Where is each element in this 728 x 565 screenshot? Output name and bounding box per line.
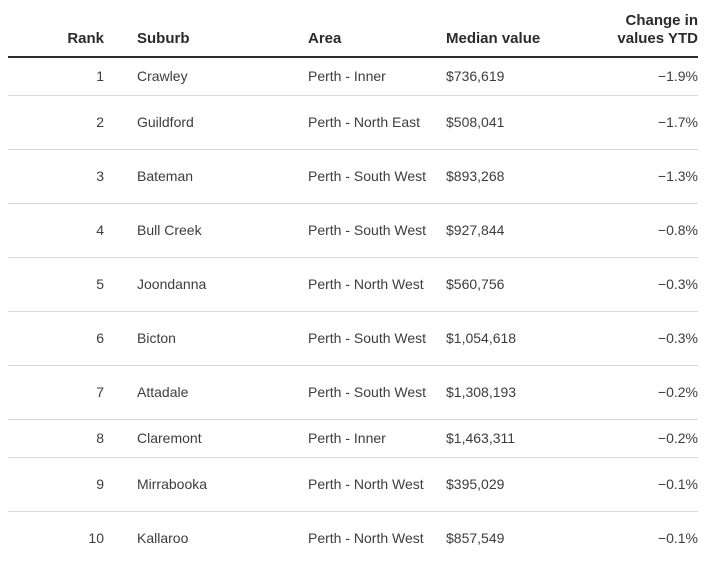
cell-change-ytd: −1.3% <box>566 149 698 204</box>
cell-spacer <box>104 95 137 150</box>
cell-median-value: $508,041 <box>446 95 566 150</box>
cell-spacer <box>104 365 137 420</box>
cell-area: Perth - Inner <box>308 419 446 458</box>
table-header: Rank Suburb Area Median value Change in v… <box>8 0 698 58</box>
table-row: 9 Mirrabooka Perth - North West $395,029 −0.… <box>8 457 698 512</box>
table-row: 5 Joondanna Perth - North West $560,756 −0.3… <box>8 257 698 312</box>
cell-suburb: Crawley <box>137 57 308 96</box>
header-median-value: Median value <box>446 0 566 58</box>
header-spacer <box>104 0 137 58</box>
table-row: 7 Attadale Perth - South West $1,308,193 −0.… <box>8 365 698 420</box>
table-row: 4 Bull Creek Perth - South West $927,844 −0.… <box>8 203 698 258</box>
cell-suburb: Attadale <box>137 365 308 420</box>
cell-change-ytd: −0.3% <box>566 311 698 366</box>
cell-suburb: Mirrabooka <box>137 457 308 512</box>
header-change-line2: values YTD <box>617 30 698 47</box>
cell-area: Perth - North West <box>308 257 446 312</box>
suburb-value-table: Rank Suburb Area Median value Change in v… <box>8 0 698 565</box>
cell-rank: 6 <box>8 311 104 366</box>
cell-area: Perth - South West <box>308 365 446 420</box>
cell-area: Perth - North West <box>308 457 446 512</box>
cell-area: Perth - South West <box>308 311 446 366</box>
cell-area: Perth - North East <box>308 95 446 150</box>
cell-suburb: Guildford <box>137 95 308 150</box>
cell-rank: 10 <box>88 529 104 546</box>
cell-median-value: $1,463,311 <box>446 419 566 458</box>
cell-change-ytd: −1.9% <box>566 57 698 96</box>
cell-median-value: $1,308,193 <box>446 365 566 420</box>
header-change-ytd: Change in values YTD <box>566 0 698 58</box>
cell-rank: 8 <box>8 419 104 458</box>
cell-median-value: $736,619 <box>446 57 566 96</box>
cell-change-ytd: −0.1% <box>566 457 698 512</box>
cell-suburb: Kallaroo <box>137 529 189 546</box>
cell-median-value: $560,756 <box>446 257 566 312</box>
cell-median-value: $1,054,618 <box>446 311 566 366</box>
cell-suburb: Claremont <box>137 419 308 458</box>
cell-rank: 3 <box>8 149 104 204</box>
cell-spacer <box>104 511 137 565</box>
cell-spacer <box>104 311 137 366</box>
cell-change-ytd: −1.7% <box>566 95 698 150</box>
cell-median-value: $395,029 <box>446 457 566 512</box>
table-row: 1 Crawley Perth - Inner $736,619 −1.9% <box>8 57 698 96</box>
suburb-value-table-container: Rank Suburb Area Median value Change in v… <box>8 0 698 565</box>
cell-rank: 2 <box>8 95 104 150</box>
cell-change-ytd: −0.2% <box>566 419 698 458</box>
table-row: 10 Kallaroo Perth - North West $857,549 −0.1… <box>8 511 698 565</box>
cell-spacer <box>104 57 137 96</box>
cell-suburb: Bull Creek <box>137 203 308 258</box>
cell-suburb: Bateman <box>137 149 308 204</box>
cell-suburb: Joondanna <box>137 257 308 312</box>
table-body: 1 Crawley Perth - Inner $736,619 −1.9% 2 Guild… <box>8 57 698 565</box>
cell-rank: 9 <box>8 457 104 512</box>
cell-area: Perth - Inner <box>308 57 446 96</box>
header-rank: Rank <box>8 0 104 58</box>
header-area: Area <box>308 0 446 58</box>
cell-change-ytd: −0.3% <box>566 257 698 312</box>
cell-rank: 5 <box>8 257 104 312</box>
cell-area: Perth - South West <box>308 203 446 258</box>
header-change-line1: Change in <box>625 12 698 29</box>
cell-change-ytd: −0.8% <box>566 203 698 258</box>
cell-area: Perth - North West <box>308 529 424 546</box>
cell-spacer <box>104 149 137 204</box>
table-row: 8 Claremont Perth - Inner $1,463,311 −0.2% <box>8 419 698 458</box>
cell-spacer <box>104 203 137 258</box>
cell-suburb: Bicton <box>137 311 308 366</box>
table-row: 2 Guildford Perth - North East $508,041 −1.7… <box>8 95 698 150</box>
cell-median-value: $927,844 <box>446 203 566 258</box>
cell-change-ytd: −0.1% <box>657 529 698 546</box>
header-row: Rank Suburb Area Median value Change in v… <box>8 0 698 58</box>
cell-spacer <box>104 257 137 312</box>
cell-rank: 1 <box>8 57 104 96</box>
table-row: 3 Bateman Perth - South West $893,268 −1.3% <box>8 149 698 204</box>
cell-spacer <box>104 419 137 458</box>
cell-rank: 4 <box>8 203 104 258</box>
table-row: 6 Bicton Perth - South West $1,054,618 −0.3% <box>8 311 698 366</box>
cell-median-value: $857,549 <box>446 529 505 546</box>
cell-area: Perth - South West <box>308 149 446 204</box>
cell-rank: 7 <box>8 365 104 420</box>
cell-median-value: $893,268 <box>446 149 566 204</box>
cell-change-ytd: −0.2% <box>566 365 698 420</box>
cell-spacer <box>104 457 137 512</box>
header-suburb: Suburb <box>137 0 308 58</box>
